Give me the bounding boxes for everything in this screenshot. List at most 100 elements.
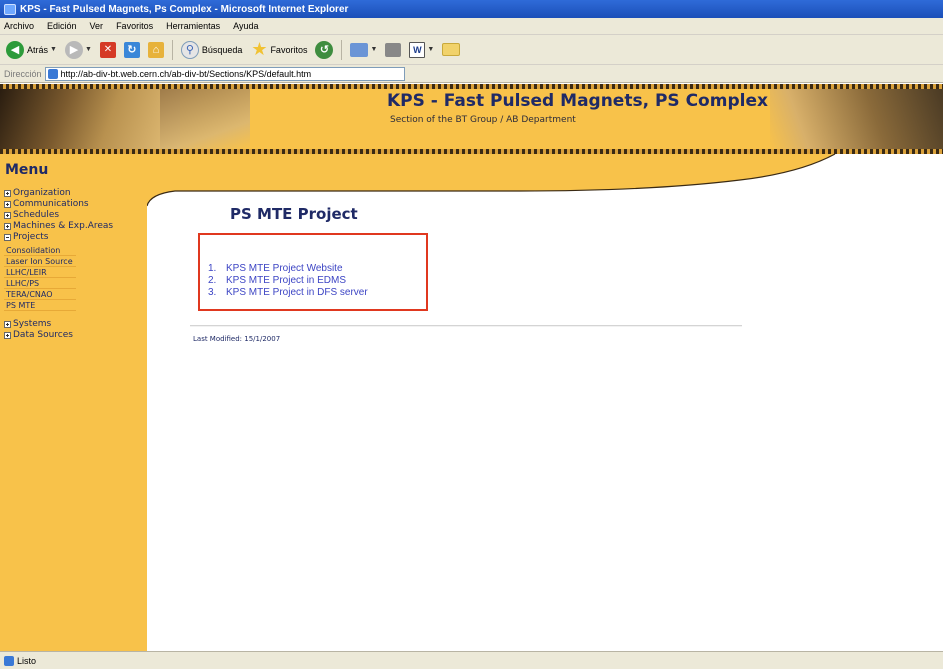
printer-icon (385, 42, 402, 57)
menu-spacer (4, 311, 144, 319)
link-kps-mte-edms[interactable]: KPS MTE Project in EDMS (226, 275, 346, 287)
home-button[interactable]: ⌂ (147, 41, 164, 58)
list-number: 2. (208, 275, 217, 286)
star-icon: ★ (251, 39, 268, 59)
toolbar-separator (341, 39, 343, 60)
submenu-item-tera-cnao[interactable]: TERA/CNAO (4, 289, 76, 300)
menu-list: Organization Communications Schedules Ma… (4, 188, 144, 341)
last-modified: Last Modified: 15/1/2007 (193, 335, 281, 343)
sidebar-item-label: Communications (13, 199, 89, 209)
favorites-label: Favoritos (270, 44, 308, 55)
sidebar-item-projects[interactable]: Projects (4, 232, 144, 243)
sidebar: Menu Organization Communications Schedul… (0, 154, 147, 651)
sidebar-item-communications[interactable]: Communications (4, 199, 144, 210)
history-button[interactable]: ↺ (315, 40, 334, 59)
address-bar: Dirección http://ab-div-bt.web.cern.ch/a… (0, 65, 943, 83)
expand-icon[interactable] (4, 321, 11, 328)
forward-button[interactable]: ▶ ▼ (64, 40, 92, 59)
page-status-icon (4, 655, 14, 666)
window-title: KPS - Fast Pulsed Magnets, Ps Complex - … (20, 3, 349, 15)
page-title: PS MTE Project (230, 205, 358, 223)
list-number: 1. (208, 263, 217, 274)
word-icon: W (409, 41, 426, 58)
project-links-list: 1. KPS MTE Project Website 2. KPS MTE Pr… (208, 263, 368, 299)
menu-edicion[interactable]: Edición (47, 21, 77, 31)
forward-arrow-icon: ▶ (64, 40, 83, 59)
projects-submenu: Consolidation Laser Ion Source LLHC/LEIR… (4, 245, 144, 311)
expand-icon[interactable] (4, 201, 11, 208)
submenu-item-consolidation[interactable]: Consolidation (4, 245, 76, 256)
sidebar-item-schedules[interactable]: Schedules (4, 210, 144, 221)
collapse-icon[interactable] (4, 234, 11, 241)
mail-icon (350, 42, 369, 57)
list-item: 3. KPS MTE Project in DFS server (208, 287, 368, 299)
expand-icon[interactable] (4, 212, 11, 219)
refresh-icon: ↻ (123, 41, 140, 58)
mail-button[interactable]: ▼ (350, 42, 377, 57)
main-content: PS MTE Project 1. KPS MTE Project Websit… (147, 154, 943, 651)
expand-icon[interactable] (4, 332, 11, 339)
edit-word-button[interactable]: W ▼ (409, 41, 434, 58)
sidebar-item-label: Organization (13, 188, 71, 198)
submenu-item-llhc-ps[interactable]: LLHC/PS (4, 278, 76, 289)
search-button[interactable]: ⚲ Búsqueda (180, 40, 243, 59)
banner-subtitle: Section of the BT Group / AB Department (390, 115, 576, 125)
site-banner: KPS - Fast Pulsed Magnets, PS Complex Se… (0, 84, 943, 154)
status-text: Listo (17, 655, 37, 666)
sidebar-item-label: Schedules (13, 210, 60, 220)
status-bar: Listo (0, 651, 943, 669)
print-button[interactable] (385, 42, 402, 57)
page-icon (47, 68, 58, 79)
film-strip-top (0, 84, 943, 89)
submenu-item-ps-mte[interactable]: PS MTE (4, 300, 76, 311)
dropdown-arrow-icon[interactable]: ▼ (50, 46, 57, 53)
menu-archivo[interactable]: Archivo (4, 21, 34, 31)
address-input[interactable]: http://ab-div-bt.web.cern.ch/ab-div-bt/S… (44, 66, 405, 81)
dropdown-arrow-icon[interactable]: ▼ (370, 46, 377, 53)
menu-ayuda[interactable]: Ayuda (233, 21, 258, 31)
stop-button[interactable]: ✕ (99, 41, 116, 58)
page-viewport: KPS - Fast Pulsed Magnets, PS Complex Se… (0, 84, 943, 651)
menu-herramientas[interactable]: Herramientas (166, 21, 220, 31)
expand-icon[interactable] (4, 190, 11, 197)
sidebar-item-label: Projects (13, 232, 49, 242)
refresh-button[interactable]: ↻ (123, 41, 140, 58)
search-label: Búsqueda (201, 44, 243, 55)
toolbar-separator (171, 39, 173, 60)
sidebar-item-label: Data Sources (13, 330, 73, 340)
sidebar-item-data-sources[interactable]: Data Sources (4, 330, 144, 341)
sidebar-item-machines[interactable]: Machines & Exp.Areas (4, 221, 144, 232)
menu-ver[interactable]: Ver (90, 21, 104, 31)
back-arrow-icon: ◀ (6, 40, 24, 59)
favorites-button[interactable]: ★ Favoritos (250, 39, 308, 59)
dropdown-arrow-icon[interactable]: ▼ (85, 46, 92, 53)
window-titlebar: KPS - Fast Pulsed Magnets, Ps Complex - … (0, 0, 943, 18)
sidebar-item-systems[interactable]: Systems (4, 319, 144, 330)
back-label: Atrás (27, 44, 49, 55)
sidebar-item-label: Machines & Exp.Areas (13, 221, 114, 231)
menu-favoritos[interactable]: Favoritos (116, 21, 153, 31)
search-icon: ⚲ (180, 40, 199, 59)
banner-title: KPS - Fast Pulsed Magnets, PS Complex (387, 91, 768, 111)
divider (190, 325, 742, 327)
list-number: 3. (208, 287, 217, 298)
home-icon: ⌂ (147, 41, 164, 58)
links-highlight-box: 1. KPS MTE Project Website 2. KPS MTE Pr… (198, 233, 428, 311)
back-button[interactable]: ◀ Atrás ▼ (6, 40, 57, 59)
submenu-item-llhc-leir[interactable]: LLHC/LEIR (4, 267, 76, 278)
history-icon: ↺ (315, 40, 334, 59)
submenu-item-laser-ion-source[interactable]: Laser Ion Source (4, 256, 76, 267)
link-kps-mte-website[interactable]: KPS MTE Project Website (226, 263, 343, 275)
dropdown-arrow-icon[interactable]: ▼ (427, 46, 434, 53)
list-item: 2. KPS MTE Project in EDMS (208, 275, 368, 287)
link-kps-mte-dfs[interactable]: KPS MTE Project in DFS server (226, 287, 368, 299)
sidebar-item-label: Systems (13, 319, 52, 329)
folder-icon (442, 43, 461, 56)
address-url[interactable]: http://ab-div-bt.web.cern.ch/ab-div-bt/S… (61, 69, 312, 79)
sidebar-item-organization[interactable]: Organization (4, 188, 144, 199)
expand-icon[interactable] (4, 223, 11, 230)
folder-button[interactable] (442, 43, 461, 56)
menubar: Archivo Edición Ver Favoritos Herramient… (0, 18, 943, 35)
ie-app-icon (4, 3, 16, 15)
address-label: Dirección (4, 68, 42, 79)
